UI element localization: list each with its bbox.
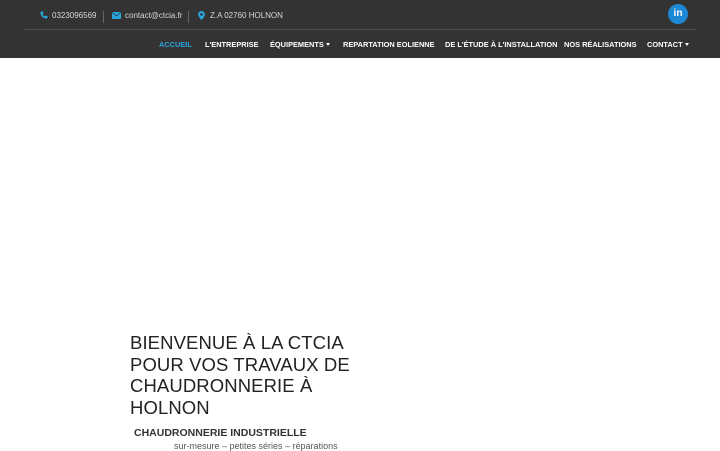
email-link[interactable]: contact@ctcia.fr — [112, 0, 182, 30]
nav-item-label: ACCUEIL — [159, 39, 192, 49]
nav-item-equipements[interactable]: ÉQUIPEMENTS — [270, 30, 330, 58]
hero-title: BIENVENUE À LA CTCIA POUR VOS TRAVAUX DE… — [130, 332, 350, 418]
map-marker-icon — [197, 10, 206, 20]
hero-subtitle: CHAUDRONNERIE INDUSTRIELLE — [134, 427, 307, 439]
nav-item-label: REPARTATION EOLIENNE — [343, 39, 435, 49]
phone-number: 0323096569 — [52, 10, 97, 20]
nav-item-realisations[interactable]: NOS RÉALISATIONS — [564, 30, 637, 58]
nav-item-label: L'ENTREPRISE — [205, 39, 259, 49]
nav-item-label: DE L'ÉTUDE À L'INSTALLATION — [445, 39, 558, 49]
phone-icon — [39, 11, 48, 20]
caret-down-icon — [684, 42, 689, 46]
caret-down-icon — [325, 42, 330, 46]
contact-topbar: 0323096569 contact@ctcia.fr Z.A 02760 HO… — [0, 0, 720, 30]
envelope-icon — [112, 11, 121, 20]
nav-item-reparation-eolienne[interactable]: REPARTATION EOLIENNE — [343, 30, 435, 58]
nav-item-label: ÉQUIPEMENTS — [270, 39, 324, 49]
nav-item-contact[interactable]: CONTACT — [647, 30, 689, 58]
address-text: Z.A 02760 HOLNON — [210, 10, 283, 20]
nav-item-etude-installation[interactable]: DE L'ÉTUDE À L'INSTALLATION — [445, 30, 557, 58]
linkedin-icon[interactable]: in — [668, 4, 688, 24]
linkedin-label: in — [673, 8, 683, 19]
phone-link[interactable]: 0323096569 — [39, 0, 97, 30]
nav-item-accueil[interactable]: ACCUEIL — [159, 30, 192, 58]
topbar-separator — [188, 11, 189, 23]
topbar-separator — [103, 11, 104, 23]
address-link[interactable]: Z.A 02760 HOLNON — [197, 0, 283, 30]
nav-item-entreprise[interactable]: L'ENTREPRISE — [205, 30, 259, 58]
email-address: contact@ctcia.fr — [125, 10, 183, 20]
nav-item-label: NOS RÉALISATIONS — [564, 39, 637, 49]
nav-item-label: CONTACT — [647, 39, 683, 49]
site-header: 0323096569 contact@ctcia.fr Z.A 02760 HO… — [0, 0, 720, 58]
